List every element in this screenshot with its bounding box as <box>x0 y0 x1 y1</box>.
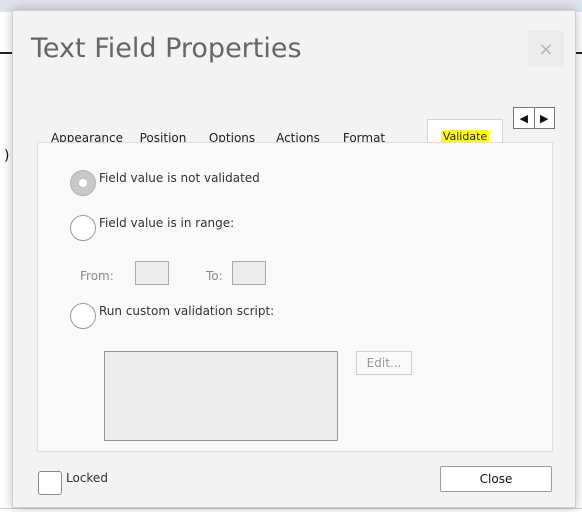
background-text-fragment: ) <box>4 148 10 164</box>
radio-custom-script[interactable] <box>70 303 96 329</box>
validate-panel: Field value is not validated Field value… <box>37 142 553 452</box>
to-label: To: <box>206 269 223 283</box>
edit-script-button[interactable]: Edit... <box>356 351 412 375</box>
text-field-properties-dialog: Text Field Properties × Appearance Posit… <box>12 10 576 508</box>
background-bottom-rule <box>0 508 582 509</box>
arrow-right-icon[interactable]: ▶ <box>533 108 555 128</box>
close-button[interactable]: Close <box>440 466 552 492</box>
validation-script-box[interactable] <box>104 351 338 441</box>
close-icon[interactable]: × <box>528 31 564 67</box>
range-from-input[interactable] <box>135 261 169 285</box>
radio-not-validated[interactable] <box>70 170 96 196</box>
arrow-left-icon[interactable]: ◀ <box>514 108 534 128</box>
dialog-title: Text Field Properties <box>31 33 302 64</box>
radio-not-validated-label: Field value is not validated <box>99 171 260 185</box>
radio-in-range-label: Field value is in range: <box>99 216 235 230</box>
locked-checkbox[interactable] <box>38 471 62 495</box>
range-to-input[interactable] <box>232 261 266 285</box>
radio-in-range[interactable] <box>70 215 96 241</box>
tab-scroll-buttons: ◀ ▶ <box>513 107 555 129</box>
locked-label: Locked <box>66 471 108 485</box>
from-label: From: <box>80 269 114 283</box>
radio-custom-script-label: Run custom validation script: <box>99 304 275 318</box>
